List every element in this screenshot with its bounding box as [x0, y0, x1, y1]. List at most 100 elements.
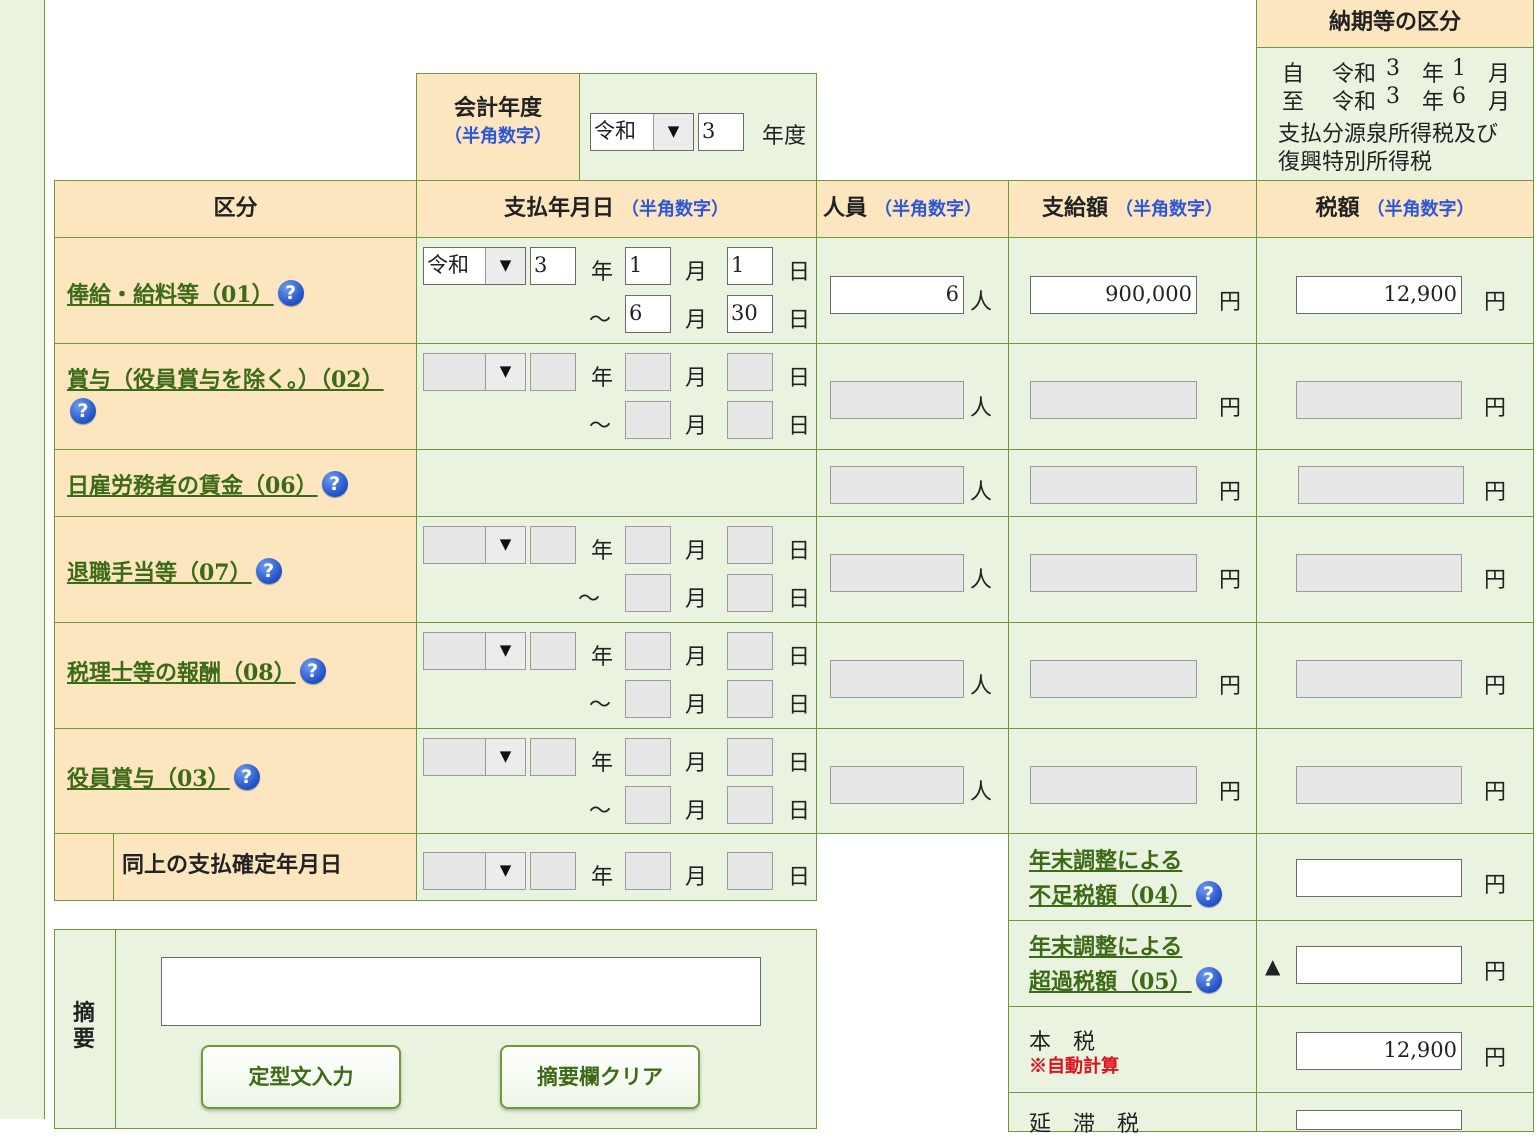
unit-month: 月 [685, 308, 708, 333]
unit-yen: 円 [1484, 568, 1507, 593]
officer-link[interactable]: 役員賞与（03） [67, 766, 230, 792]
officer-end-month-input[interactable] [625, 786, 671, 824]
bonus-amount-input[interactable] [1030, 381, 1197, 419]
main-tax-input[interactable]: 12,900 [1296, 1032, 1462, 1070]
officer-tax-input[interactable] [1296, 766, 1462, 804]
accountant-amount-input[interactable] [1030, 660, 1197, 698]
adjust-short-tax-input[interactable] [1296, 859, 1462, 897]
daily-link[interactable]: 日雇労務者の賃金（06） [67, 473, 318, 499]
retire-day-input[interactable] [727, 526, 773, 564]
help-icon[interactable]: ? [321, 471, 348, 497]
retire-end-month-input[interactable] [625, 574, 671, 612]
salary-people-input[interactable]: 6 [830, 276, 964, 314]
delay-tax-input[interactable] [1296, 1110, 1462, 1130]
unit-yen: 円 [1484, 290, 1507, 315]
salary-era-select[interactable]: 令和 ▼ [423, 247, 526, 285]
chevron-down-icon: ▼ [485, 853, 525, 889]
salary-month-input[interactable]: 1 [625, 247, 671, 285]
daily-people-input[interactable] [830, 466, 964, 504]
unit-yen: 円 [1484, 396, 1507, 421]
unit-month: 月 [685, 693, 708, 718]
help-icon[interactable]: ? [70, 398, 96, 424]
daily-tax-input[interactable] [1298, 466, 1464, 504]
bonus-year-input[interactable] [530, 353, 576, 391]
header-kubun-text: 区分 [213, 195, 258, 221]
salary-link[interactable]: 俸給・給料等（01） [67, 282, 274, 308]
unit-day: 日 [788, 645, 811, 670]
accountant-people-input[interactable] [830, 660, 964, 698]
accountant-link[interactable]: 税理士等の報酬（08） [67, 660, 296, 686]
confirm-day-input[interactable] [727, 852, 773, 890]
bonus-tax-input[interactable] [1296, 381, 1462, 419]
retire-tax-input[interactable] [1296, 554, 1462, 592]
unit-person: 人 [970, 780, 993, 805]
help-icon[interactable]: ? [233, 764, 260, 790]
confirm-year-input[interactable] [530, 852, 576, 890]
accountant-tax-input[interactable] [1296, 660, 1462, 698]
unit-yen: 円 [1484, 1046, 1507, 1071]
chevron-down-icon: ▼ [653, 114, 693, 150]
accountant-year-input[interactable] [530, 632, 576, 670]
retire-month-input[interactable] [625, 526, 671, 564]
adjust-short-link-line2[interactable]: 不足税額（04） [1029, 883, 1192, 909]
help-icon[interactable]: ? [299, 658, 326, 684]
period-from-year: 3 [1386, 56, 1400, 81]
salary-tax-input[interactable]: 12,900 [1296, 276, 1462, 314]
fiscal-era-select[interactable]: 令和 ▼ [590, 113, 694, 151]
retire-link[interactable]: 退職手当等（07） [67, 560, 252, 586]
officer-amount-input[interactable] [1030, 766, 1197, 804]
help-icon[interactable]: ? [1195, 967, 1222, 993]
help-icon[interactable]: ? [255, 558, 282, 584]
bonus-link[interactable]: 賞与（役員賞与を除く。）（02） [67, 362, 384, 394]
accountant-day-input[interactable] [727, 632, 773, 670]
accountant-end-day-input[interactable] [727, 680, 773, 718]
help-icon[interactable]: ? [277, 280, 304, 306]
salary-end-month-input[interactable]: 6 [625, 295, 671, 333]
adjust-excess-link-line2[interactable]: 超過税額（05） [1029, 969, 1192, 995]
officer-month-input[interactable] [625, 738, 671, 776]
officer-end-day-input[interactable] [727, 786, 773, 824]
adjust-short-link-line1[interactable]: 年末調整による [1029, 843, 1182, 875]
salary-year-input[interactable]: 3 [530, 247, 576, 285]
accountant-end-month-input[interactable] [625, 680, 671, 718]
officer-era-select[interactable]: ▼ [423, 738, 526, 776]
salary-amount-input[interactable]: 900,000 [1030, 276, 1197, 314]
retire-people-input[interactable] [830, 554, 964, 592]
bonus-people-input[interactable] [830, 381, 964, 419]
salary-end-day-input[interactable]: 30 [727, 295, 773, 333]
confirm-month-input[interactable] [625, 852, 671, 890]
delay-tax-label: 延 滞 税 [1029, 1112, 1140, 1137]
help-icon[interactable]: ? [1195, 881, 1222, 907]
officer-day-input[interactable] [727, 738, 773, 776]
unit-month: 月 [685, 414, 708, 439]
bonus-era-select[interactable]: ▼ [423, 353, 526, 391]
bonus-end-day-input[interactable] [727, 401, 773, 439]
header-date-text: 支払年月日 [503, 195, 614, 221]
fiscal-year-input[interactable]: 3 [698, 113, 744, 151]
unit-person: 人 [970, 480, 993, 505]
salary-day-input[interactable]: 1 [727, 247, 773, 285]
retire-era-select[interactable]: ▼ [423, 526, 526, 564]
bonus-end-month-input[interactable] [625, 401, 671, 439]
bonus-month-input[interactable] [625, 353, 671, 391]
accountant-era-select[interactable]: ▼ [423, 632, 526, 670]
retire-end-day-input[interactable] [727, 574, 773, 612]
retire-amount-input[interactable] [1030, 554, 1197, 592]
officer-year-input[interactable] [530, 738, 576, 776]
officer-people-input[interactable] [830, 766, 964, 804]
period-to-year: 3 [1386, 84, 1400, 109]
accountant-month-input[interactable] [625, 632, 671, 670]
daily-amount-input[interactable] [1030, 466, 1197, 504]
unit-yen: 円 [1219, 480, 1242, 505]
summary-textarea[interactable] [161, 957, 761, 1026]
adjust-excess-link-line1[interactable]: 年末調整による [1029, 929, 1182, 961]
clear-summary-button[interactable]: 摘要欄クリア [500, 1045, 700, 1109]
bonus-day-input[interactable] [727, 353, 773, 391]
salary-era-value: 令和 [427, 253, 469, 277]
fixed-text-button[interactable]: 定型文入力 [201, 1045, 401, 1109]
row-officer-label-wrap: 役員賞与（03）? [67, 761, 260, 793]
retire-year-input[interactable] [530, 526, 576, 564]
confirm-era-select[interactable]: ▼ [423, 852, 526, 890]
unit-year: 年 [591, 260, 614, 285]
adjust-excess-tax-input[interactable] [1296, 946, 1462, 984]
